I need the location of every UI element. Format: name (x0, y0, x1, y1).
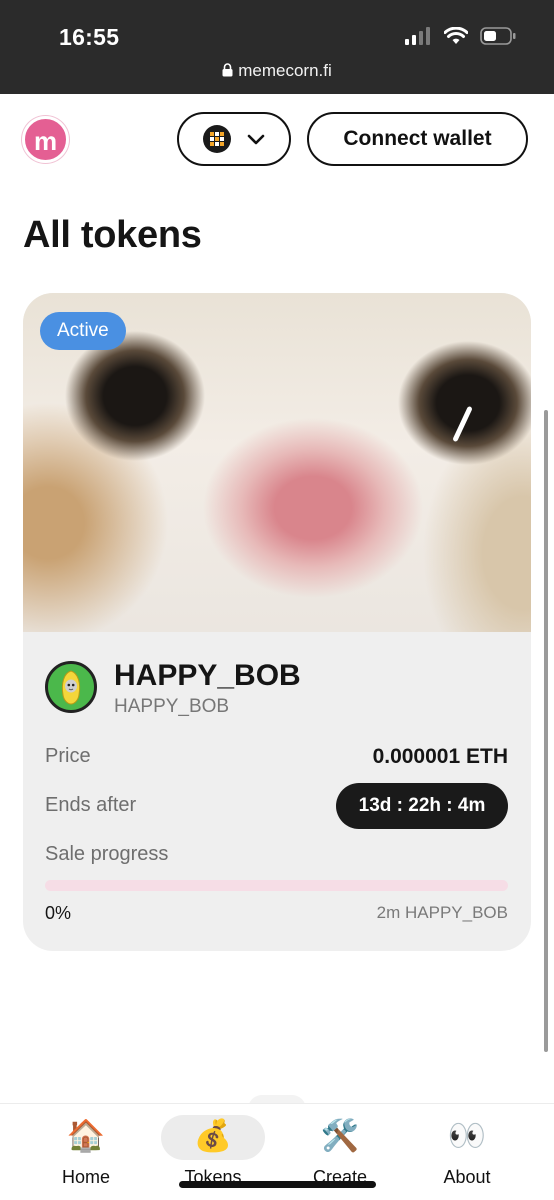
token-avatar (45, 661, 97, 713)
signal-icon (405, 27, 430, 45)
countdown-timer: 13d : 22h : 4m (336, 783, 508, 829)
status-badge: Active (40, 312, 126, 350)
sale-progress-bar (45, 880, 508, 891)
progress-goal: 2m HAPPY_BOB (376, 903, 508, 922)
battery-icon (480, 27, 516, 45)
sale-progress-label: Sale progress (45, 843, 169, 865)
banana-cat-icon (61, 670, 81, 705)
chevron-down-icon (247, 134, 265, 144)
nav-about[interactable]: 👀 About (417, 1113, 517, 1197)
scrollbar[interactable] (544, 410, 548, 1052)
network-icon (203, 125, 231, 153)
progress-percent: 0% (45, 903, 72, 923)
address-bar[interactable]: memecorn.fi (0, 61, 554, 81)
memecorn-logo[interactable]: m (22, 116, 69, 163)
ends-after-label: Ends after (45, 794, 137, 816)
url-text: memecorn.fi (238, 61, 332, 80)
nav-home[interactable]: 🏠 Home (36, 1113, 136, 1197)
image-highlight (452, 405, 473, 443)
nav-about-label: About (443, 1167, 491, 1187)
price-value: 0.000001 ETH (372, 745, 508, 768)
home-indicator (179, 1181, 376, 1188)
wifi-icon (444, 27, 468, 44)
status-bar: 16:55 memecorn.fi (0, 0, 554, 94)
connect-wallet-button[interactable]: Connect wallet (307, 112, 528, 166)
token-symbol: HAPPY_BOB (114, 696, 230, 717)
lock-icon (222, 63, 233, 77)
nav-home-label: Home (61, 1167, 110, 1187)
money-bag-icon: 💰 (193, 1118, 233, 1153)
tools-icon: 🛠️ (320, 1118, 360, 1153)
house-icon: 🏠 (66, 1118, 106, 1153)
token-image: Active (23, 293, 531, 632)
token-name: HAPPY_BOB (114, 659, 301, 692)
network-selector-button[interactable] (177, 112, 291, 166)
status-icons (405, 27, 516, 45)
clock: 16:55 (59, 24, 120, 50)
token-card[interactable]: Active HAPPY_BOB HAPPY_BOB Price 0.00000… (23, 293, 531, 951)
eyes-icon: 👀 (447, 1118, 487, 1153)
price-label: Price (45, 745, 91, 767)
page-title: All tokens (23, 214, 202, 256)
